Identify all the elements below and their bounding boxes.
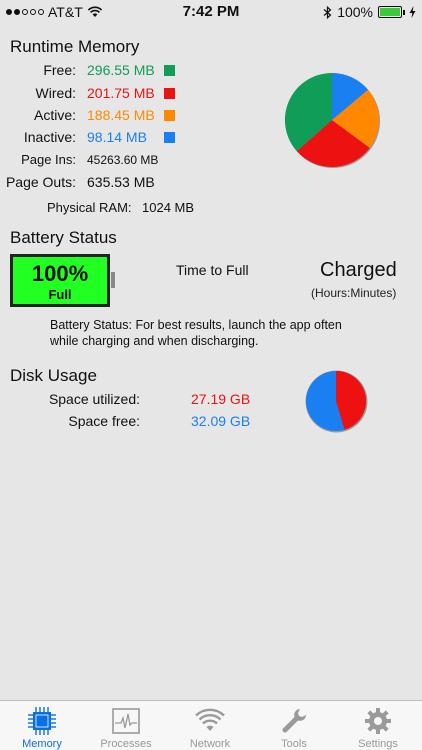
time-to-full-label: Time to Full: [176, 262, 249, 278]
battery-note: Battery Status: For best results, launch…: [50, 318, 342, 348]
disk-usage-title: Disk Usage: [10, 366, 97, 385]
disk-utilized-row: Space utilized: 27.19 GB: [48, 391, 251, 407]
chip-icon: [28, 707, 56, 735]
memory-row-inactive: Inactive: 98.14 MB: [0, 129, 200, 147]
disk-free-row: Space free: 32.09 GB: [68, 413, 251, 429]
tab-settings[interactable]: Settings: [336, 701, 420, 750]
charge-state: Charged: [320, 259, 397, 281]
bluetooth-icon: [323, 5, 332, 19]
battery-status-title: Battery Status: [10, 228, 117, 247]
page-outs-value: 635.53 MB: [87, 174, 155, 190]
active-color-swatch: [164, 110, 175, 121]
tab-bar: Memory Processes Network Tools Settings: [0, 700, 422, 750]
battery-gauge-percent: 100%: [31, 261, 89, 286]
wifi-icon: [195, 708, 225, 731]
memory-row-page-ins: Page Ins: 45263.60 MB: [21, 152, 159, 167]
battery-gauge-state: Full: [48, 287, 72, 302]
disk-pie-chart: [305, 370, 368, 433]
memory-wired-value: 201.75 MB: [87, 85, 155, 101]
memory-pie-chart: [284, 72, 381, 169]
tab-tools[interactable]: Tools: [252, 701, 336, 750]
disk-free-value: 32.09 GB: [191, 413, 251, 429]
battery-status-icon: [378, 6, 405, 18]
time-units-label: (Hours:Minutes): [311, 286, 397, 300]
battery-gauge-tip: [111, 272, 115, 288]
memory-row-wired: Wired: 201.75 MB: [0, 85, 200, 103]
gear-icon: [365, 708, 391, 734]
memory-inactive-value: 98.14 MB: [87, 129, 147, 145]
wrench-icon: [282, 709, 306, 733]
memory-free-value: 296.55 MB: [87, 62, 155, 78]
memory-row-active: Active: 188.45 MB: [0, 107, 200, 125]
wired-color-swatch: [164, 88, 175, 99]
memory-row-page-outs: Page Outs: 635.53 MB: [5, 174, 155, 190]
battery-gauge: 100% Full: [10, 254, 110, 307]
runtime-memory-title: Runtime Memory: [10, 37, 140, 56]
memory-active-value: 188.45 MB: [87, 107, 155, 123]
charging-bolt-icon: [409, 6, 416, 18]
tab-memory[interactable]: Memory: [0, 701, 84, 750]
pulse-icon: [112, 708, 140, 734]
status-bar: AT&T 7:42 PM 100%: [0, 0, 422, 24]
tab-processes[interactable]: Processes: [84, 701, 168, 750]
inactive-color-swatch: [164, 132, 175, 143]
page-ins-value: 45263.60 MB: [87, 153, 159, 167]
disk-utilized-value: 27.19 GB: [191, 391, 251, 407]
free-color-swatch: [164, 65, 175, 76]
physical-ram-row: Physical RAM: 1024 MB: [47, 200, 195, 215]
battery-percent: 100%: [337, 4, 373, 20]
memory-row-free: Free: 296.55 MB: [0, 62, 200, 80]
tab-network[interactable]: Network: [168, 701, 252, 750]
physical-ram-value: 1024 MB: [142, 200, 195, 215]
